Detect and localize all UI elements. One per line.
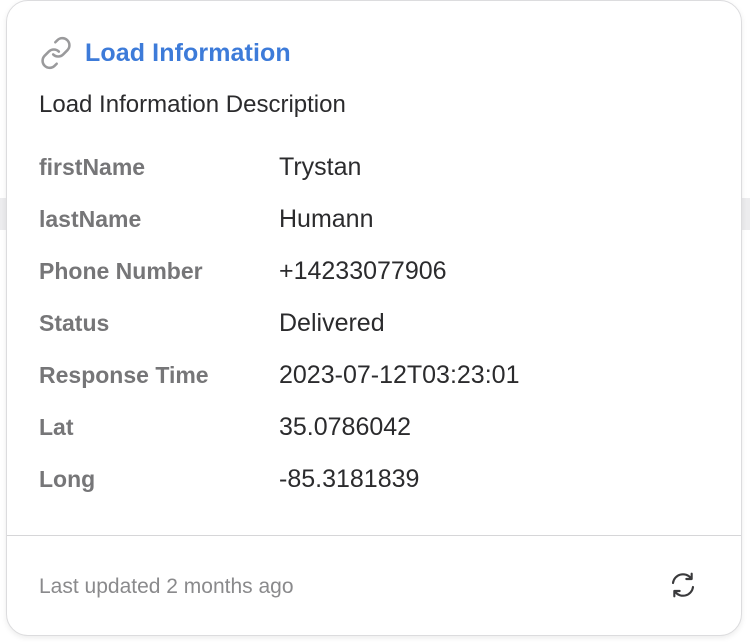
field-value: 2023-07-12T03:23:01 <box>279 360 520 389</box>
field-row-firstname: firstName Trystan <box>39 141 719 193</box>
refresh-icon <box>667 569 699 606</box>
field-row-status: Status Delivered <box>39 297 719 349</box>
card-title[interactable]: Load Information <box>85 39 291 68</box>
field-value: Trystan <box>279 152 362 181</box>
field-value: Humann <box>279 204 374 233</box>
load-information-card: Load Information Load Information Descri… <box>6 0 742 636</box>
field-label: firstName <box>39 153 146 180</box>
field-label: lastName <box>39 205 142 232</box>
field-row-phone-number: Phone Number +14233077906 <box>39 245 719 297</box>
card-description: Load Information Description <box>39 91 346 118</box>
field-label: Status <box>39 309 110 336</box>
field-row-long: Long -85.3181839 <box>39 453 719 505</box>
field-value: Delivered <box>279 308 385 337</box>
footer-divider <box>7 535 741 536</box>
link-icon <box>39 36 73 70</box>
field-value: -85.3181839 <box>279 464 420 493</box>
field-label: Phone Number <box>39 257 203 284</box>
field-value: +14233077906 <box>279 256 447 285</box>
field-label: Response Time <box>39 361 209 388</box>
field-row-lat: Lat 35.0786042 <box>39 401 719 453</box>
field-label: Lat <box>39 413 74 440</box>
field-label: Long <box>39 465 96 492</box>
card-title-link[interactable]: Load Information <box>39 35 291 71</box>
field-list: firstName Trystan lastName Humann Phone … <box>39 141 719 505</box>
last-updated-text: Last updated 2 months ago <box>39 575 294 598</box>
field-value: 35.0786042 <box>279 412 412 441</box>
field-row-response-time: Response Time 2023-07-12T03:23:01 <box>39 349 719 401</box>
refresh-button[interactable] <box>663 567 703 607</box>
field-row-lastname: lastName Humann <box>39 193 719 245</box>
